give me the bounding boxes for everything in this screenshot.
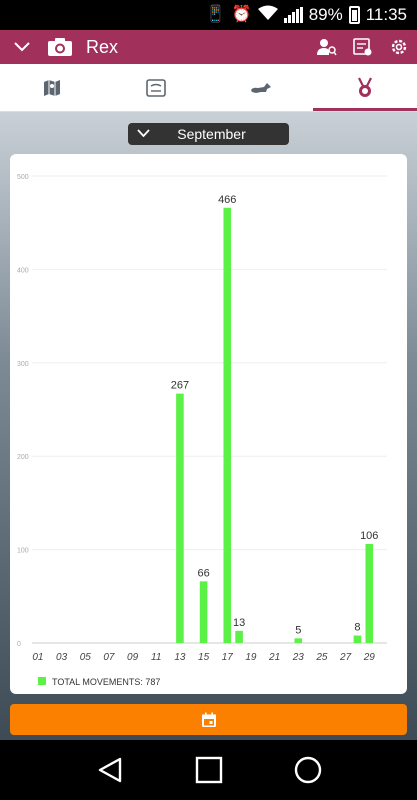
clock: 11:35 xyxy=(365,5,407,24)
month-selector[interactable]: September xyxy=(128,123,289,145)
bar xyxy=(294,638,303,643)
x-tick-label: 29 xyxy=(363,652,376,663)
x-tick-label: 15 xyxy=(198,652,210,663)
bar xyxy=(199,581,208,643)
bar-chart: 0 100 200 300 400 500 01 03 05 07 09 11 267 13 66 15 466… xyxy=(17,174,387,687)
x-tick-label: 07 xyxy=(103,652,115,663)
x-tick-label: 27 xyxy=(339,652,352,663)
x-tick-label: 05 xyxy=(80,652,92,663)
data-label: 5 xyxy=(295,624,301,636)
tab-map[interactable] xyxy=(0,64,104,111)
dog-walk-icon xyxy=(250,82,271,93)
x-tick-label: 09 xyxy=(127,652,139,663)
app-bar: Rex xyxy=(0,30,417,64)
map-icon xyxy=(44,79,61,96)
data-label: 66 xyxy=(197,567,209,579)
chart-card: 0 100 200 300 400 500 01 03 05 07 09 11 267 13 66 15 466… xyxy=(10,154,407,694)
month-label: September xyxy=(177,126,246,142)
user-search-icon[interactable] xyxy=(309,30,345,64)
x-tick-label: 19 xyxy=(245,652,257,663)
medal-icon xyxy=(357,77,372,97)
x-tick-label: 13 xyxy=(174,652,186,663)
legend-swatch xyxy=(38,677,46,685)
bar xyxy=(223,207,232,644)
y-tick-label: 300 xyxy=(17,361,29,368)
legend-label: TOTAL MOVEMENTS: 787 xyxy=(52,677,160,687)
tab-certificate[interactable] xyxy=(104,64,208,111)
bar xyxy=(365,543,374,643)
status-bar: 📱 ⏰ 89% 11:35 xyxy=(0,0,417,30)
x-tick-label: 25 xyxy=(315,652,328,663)
tab-bar xyxy=(0,64,417,112)
data-label: 13 xyxy=(233,617,245,629)
y-tick-label: 500 xyxy=(17,174,29,181)
x-tick-label: 21 xyxy=(268,652,280,663)
battery-percent: 89% xyxy=(308,5,343,24)
chevron-down-icon xyxy=(128,128,158,140)
tab-rewards[interactable] xyxy=(312,64,417,111)
data-label: 8 xyxy=(354,622,360,634)
y-tick-label: 100 xyxy=(17,548,29,555)
y-tick-label: 0 xyxy=(17,641,21,648)
back-icon[interactable] xyxy=(96,756,124,784)
certificate-icon xyxy=(146,78,167,97)
data-label: 466 xyxy=(218,194,236,206)
calendar-icon xyxy=(201,712,216,727)
content-area: September 0 100 200 300 400 500 01 03 05 07 09 11 26… xyxy=(0,112,417,740)
data-label: 267 xyxy=(171,380,189,392)
x-tick-label: 23 xyxy=(292,652,305,663)
alarm-icon: ⏰ xyxy=(231,6,252,23)
camera-icon[interactable] xyxy=(44,36,76,58)
tab-walk[interactable] xyxy=(209,64,313,111)
bar xyxy=(353,635,362,643)
pet-name: Rex xyxy=(86,36,119,57)
bar xyxy=(235,630,243,643)
wifi-icon xyxy=(257,5,278,25)
x-tick-label: 11 xyxy=(151,652,161,663)
document-icon[interactable] xyxy=(345,30,381,64)
y-tick-label: 200 xyxy=(17,454,29,461)
data-label: 106 xyxy=(360,530,378,542)
battery-icon xyxy=(348,6,360,24)
calendar-button[interactable] xyxy=(10,704,407,735)
x-tick-label: 01 xyxy=(32,652,43,663)
y-tick-label: 400 xyxy=(17,267,29,274)
gear-icon[interactable] xyxy=(381,30,417,64)
recents-icon[interactable] xyxy=(294,756,322,784)
phone-vibrate-icon: 📱 xyxy=(205,6,226,23)
home-icon[interactable] xyxy=(195,756,223,784)
x-tick-label: 03 xyxy=(56,652,68,663)
signal-icon xyxy=(283,7,303,23)
android-nav-bar xyxy=(0,740,417,800)
bar xyxy=(176,393,184,643)
chevron-down-icon[interactable] xyxy=(0,39,44,55)
x-tick-label: 17 xyxy=(222,652,234,663)
